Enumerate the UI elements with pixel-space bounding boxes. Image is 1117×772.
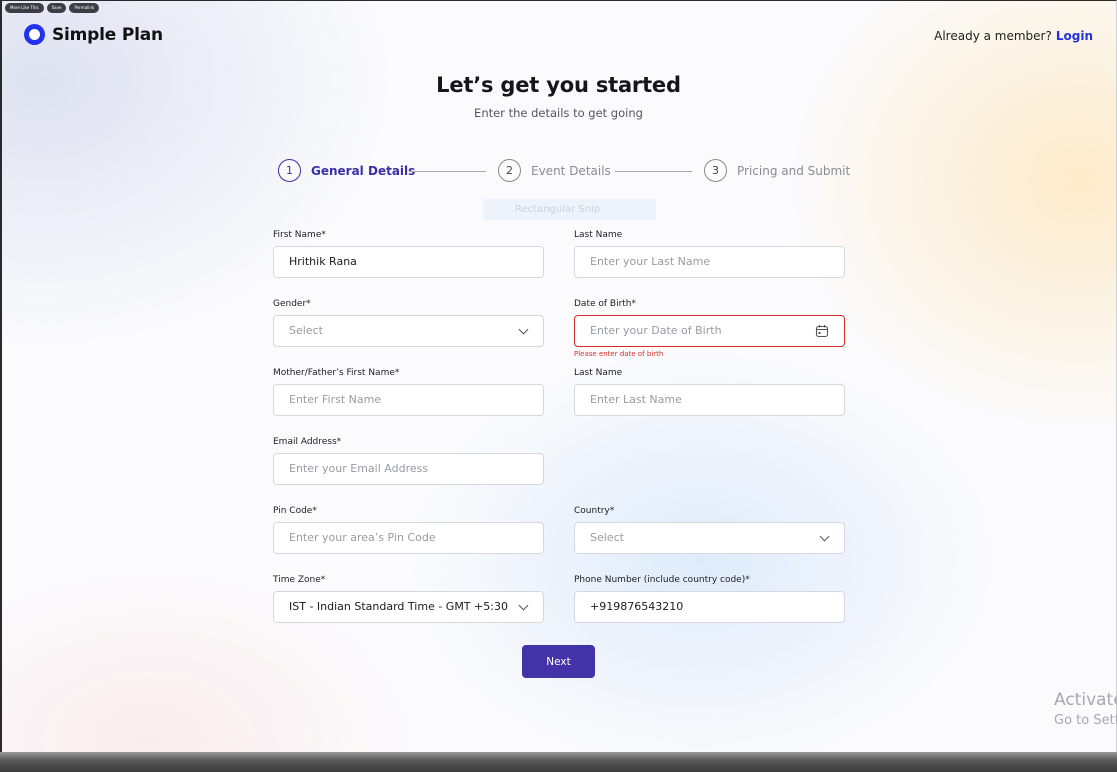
phone-group: Phone Number (include country code)* +91…	[574, 574, 845, 623]
time-zone-group: Time Zone* IST - Indian Standard Time - …	[273, 574, 544, 623]
pin-code-input[interactable]: Enter your area’s Pin Code	[273, 522, 544, 554]
pin-code-group: Pin Code* Enter your area’s Pin Code	[273, 505, 544, 554]
step-number: 2	[498, 159, 521, 182]
phone-input[interactable]: +919876543210	[574, 591, 845, 623]
activation-watermark: Activate Go to Settings	[1054, 690, 1117, 728]
step-pricing-and-submit[interactable]: 3 Pricing and Submit	[704, 159, 850, 182]
bottom-bar	[0, 752, 1117, 772]
dob-group: Date of Birth* Enter your Date of Birth …	[574, 298, 845, 358]
step-number: 1	[278, 159, 301, 182]
chevron-down-icon	[518, 600, 529, 611]
parent-first-name-input[interactable]: Enter First Name	[273, 384, 544, 416]
last-name-group: Last Name Enter your Last Name	[574, 229, 845, 278]
country-select[interactable]: Select	[574, 522, 845, 554]
watermark-line-2: Go to Settings	[1054, 713, 1117, 728]
brand-logo[interactable]: Simple Plan	[24, 24, 163, 45]
first-name-group: First Name* Hrithik Rana	[273, 229, 544, 278]
dob-error-message: Please enter date of birth	[574, 350, 664, 358]
time-zone-select-value: IST - Indian Standard Time - GMT +5:30	[289, 600, 508, 613]
chevron-down-icon	[518, 324, 529, 335]
step-label: Event Details	[531, 163, 611, 178]
snip-overlay: Rectangular Snip	[483, 199, 656, 220]
gender-label: Gender*	[273, 299, 311, 309]
save-pill[interactable]: Save	[46, 3, 67, 13]
gender-select[interactable]: Select	[273, 315, 544, 347]
gender-group: Gender* Select	[273, 298, 544, 347]
toolbar-pills: More Like This Save Permalink	[5, 3, 100, 13]
member-prompt: Already a member? Login	[934, 29, 1093, 43]
step-label: General Details	[311, 163, 416, 178]
parent-last-name-group: Last Name Enter Last Name	[574, 367, 845, 416]
email-group: Email Address* Enter your Email Address	[273, 436, 544, 485]
parent-last-name-label: Last Name	[574, 368, 623, 378]
country-label: Country*	[574, 506, 615, 516]
time-zone-select[interactable]: IST - Indian Standard Time - GMT +5:30	[273, 591, 544, 623]
email-label: Email Address*	[273, 437, 342, 447]
phone-label: Phone Number (include country code)*	[574, 575, 750, 585]
last-name-input[interactable]: Enter your Last Name	[574, 246, 845, 278]
dob-input[interactable]: Enter your Date of Birth	[574, 315, 845, 347]
watermark-line-1: Activate	[1054, 690, 1117, 710]
dob-label: Date of Birth*	[574, 299, 637, 309]
time-zone-label: Time Zone*	[273, 575, 326, 585]
chevron-down-icon	[819, 531, 830, 542]
parent-first-name-label: Mother/Father’s First Name*	[273, 368, 400, 378]
country-select-value: Select	[590, 531, 624, 544]
country-group: Country* Select	[574, 505, 845, 554]
dob-placeholder: Enter your Date of Birth	[590, 324, 722, 337]
parent-last-name-input[interactable]: Enter Last Name	[574, 384, 845, 416]
page-subtitle: Enter the details to get going	[474, 106, 643, 120]
step-general-details[interactable]: 1 General Details	[278, 159, 415, 182]
email-input[interactable]: Enter your Email Address	[273, 453, 544, 485]
step-connector	[409, 171, 486, 172]
gender-select-value: Select	[289, 324, 323, 337]
progress-stepper: 1 General Details 2 Event Details 3 Pric…	[278, 159, 850, 183]
first-name-input[interactable]: Hrithik Rana	[273, 246, 544, 278]
logo-ring-icon	[24, 24, 45, 45]
step-connector	[615, 171, 692, 172]
step-number: 3	[704, 159, 727, 182]
more-like-this-pill[interactable]: More Like This	[5, 3, 44, 13]
step-label: Pricing and Submit	[737, 163, 851, 178]
parent-first-name-group: Mother/Father’s First Name* Enter First …	[273, 367, 544, 416]
step-event-details[interactable]: 2 Event Details	[498, 159, 611, 182]
calendar-icon[interactable]	[815, 324, 829, 338]
next-button[interactable]: Next	[522, 645, 595, 678]
page-title: Let’s get you started	[436, 73, 681, 97]
pin-code-label: Pin Code*	[273, 506, 317, 516]
first-name-label: First Name*	[273, 230, 326, 240]
last-name-label: Last Name	[574, 230, 623, 240]
permalink-pill[interactable]: Permalink	[69, 3, 100, 13]
login-link[interactable]: Login	[1056, 29, 1093, 43]
member-text: Already a member?	[934, 29, 1052, 43]
brand-name: Simple Plan	[52, 24, 163, 45]
